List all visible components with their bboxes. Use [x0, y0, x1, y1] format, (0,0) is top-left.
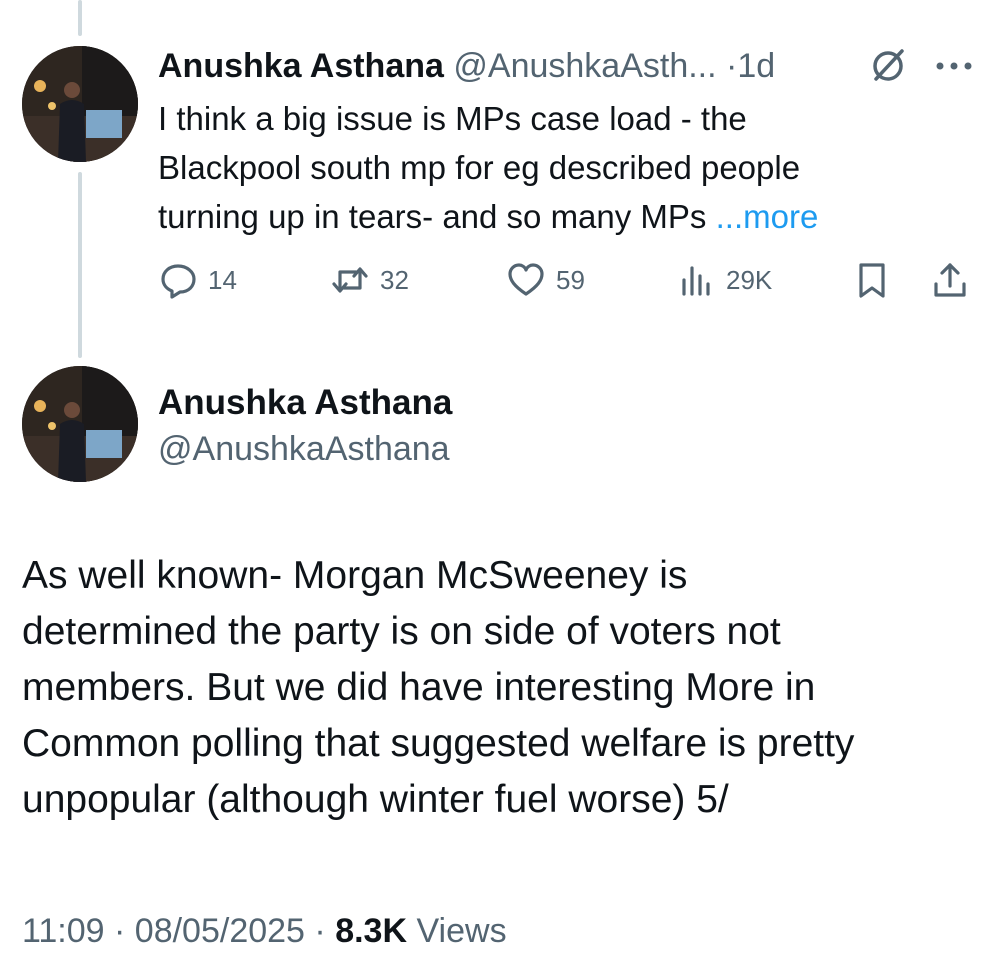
- reply-icon: [161, 264, 196, 299]
- author-handle[interactable]: @AnushkaAsthana: [158, 426, 450, 472]
- tweet-text-line: determined the party is on side of voter…: [22, 610, 781, 653]
- grok-icon[interactable]: [868, 46, 908, 86]
- views-icon: [682, 266, 710, 296]
- show-more-link[interactable]: ...more: [716, 198, 819, 235]
- separator-dot: ·: [314, 912, 326, 950]
- like-count: 59: [556, 264, 585, 295]
- share-button[interactable]: [930, 256, 980, 304]
- tweet-meta: 11:09 · 08/05/2025 · 8.3K Views: [22, 908, 507, 954]
- share-icon: [934, 263, 966, 297]
- like-button[interactable]: 59: [506, 256, 585, 304]
- author-name[interactable]: Anushka Asthana: [158, 380, 452, 426]
- views-label: Views: [416, 912, 507, 950]
- post-time[interactable]: 11:09: [22, 912, 105, 950]
- reply-text-line: turning up in tears- and so many MPs ...…: [158, 192, 958, 241]
- thread-line-bottom: [78, 172, 82, 358]
- retweet-button[interactable]: 32: [330, 256, 409, 304]
- avatar[interactable]: [22, 46, 138, 162]
- reply-header: Anushka Asthana @AnushkaAsth... ·1d: [158, 44, 775, 88]
- reply-text-line-content: turning up in tears- and so many MPs: [158, 198, 716, 235]
- tweet-text-line: As well known- Morgan McSweeney is: [22, 554, 688, 597]
- thread-line-top: [78, 0, 82, 36]
- post-date[interactable]: 08/05/2025: [135, 912, 305, 950]
- views-count: 29K: [726, 264, 773, 295]
- reply-button[interactable]: 14: [158, 256, 237, 304]
- views-count: 8.3K: [335, 912, 408, 950]
- avatar-photo: [22, 366, 138, 482]
- reply-text-line: Blackpool south mp for eg described peop…: [158, 149, 801, 186]
- tweet-text: As well known- Morgan McSweeney is deter…: [22, 548, 982, 828]
- avatar-photo: [22, 46, 138, 162]
- reply-text[interactable]: I think a big issue is MPs case load - t…: [158, 94, 958, 241]
- like-icon: [508, 263, 544, 296]
- more-icon[interactable]: [932, 58, 976, 74]
- retweet-count: 32: [380, 264, 409, 295]
- views-button[interactable]: 29K: [676, 256, 772, 304]
- separator-dot: ·: [114, 912, 126, 950]
- bookmark-button[interactable]: [852, 256, 902, 304]
- avatar[interactable]: [22, 366, 138, 482]
- tweet-text-line: members. But we did have interesting Mor…: [22, 666, 816, 709]
- separator-dot: ·: [726, 47, 738, 85]
- reply-text-line: I think a big issue is MPs case load - t…: [158, 100, 747, 137]
- timestamp[interactable]: 1d: [737, 47, 775, 85]
- author-name[interactable]: Anushka Asthana: [158, 47, 444, 85]
- bookmark-icon: [859, 263, 885, 298]
- tweet-text-line: unpopular (although winter fuel worse) 5…: [22, 778, 729, 821]
- tweet-text-line: Common polling that suggested welfare is…: [22, 722, 855, 765]
- reply-count: 14: [208, 264, 237, 295]
- retweet-icon: [332, 267, 368, 293]
- author-handle[interactable]: @AnushkaAsth...: [453, 47, 716, 85]
